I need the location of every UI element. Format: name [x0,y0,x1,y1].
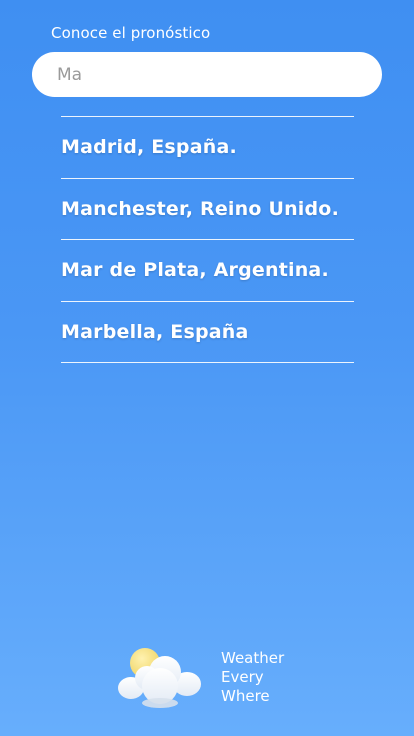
result-label: Marbella, España [61,320,249,343]
search-box[interactable] [32,52,382,97]
search-input[interactable] [57,64,357,85]
brand: Weather Every Where [115,646,284,710]
brand-line-1: Weather [221,649,285,667]
result-item-mar-de-plata[interactable]: Mar de Plata, Argentina. [61,240,354,302]
result-label: Manchester, Reino Unido. [61,197,339,220]
brand-name: Weather Every Where [221,649,284,706]
brand-line-2: Every [221,668,264,686]
result-item-madrid[interactable]: Madrid, España. [61,117,354,179]
result-item-manchester[interactable]: Manchester, Reino Unido. [61,179,354,240]
result-label: Mar de Plata, Argentina. [61,259,329,282]
result-label: Madrid, España. [61,136,237,159]
brand-line-3: Where [221,687,270,705]
sun-cloud-icon [118,648,201,708]
search-results-list: Madrid, España. Manchester, Reino Unido.… [61,116,354,363]
search-label: Conoce el pronóstico [51,24,211,42]
result-item-marbella[interactable]: Marbella, España [61,302,354,363]
